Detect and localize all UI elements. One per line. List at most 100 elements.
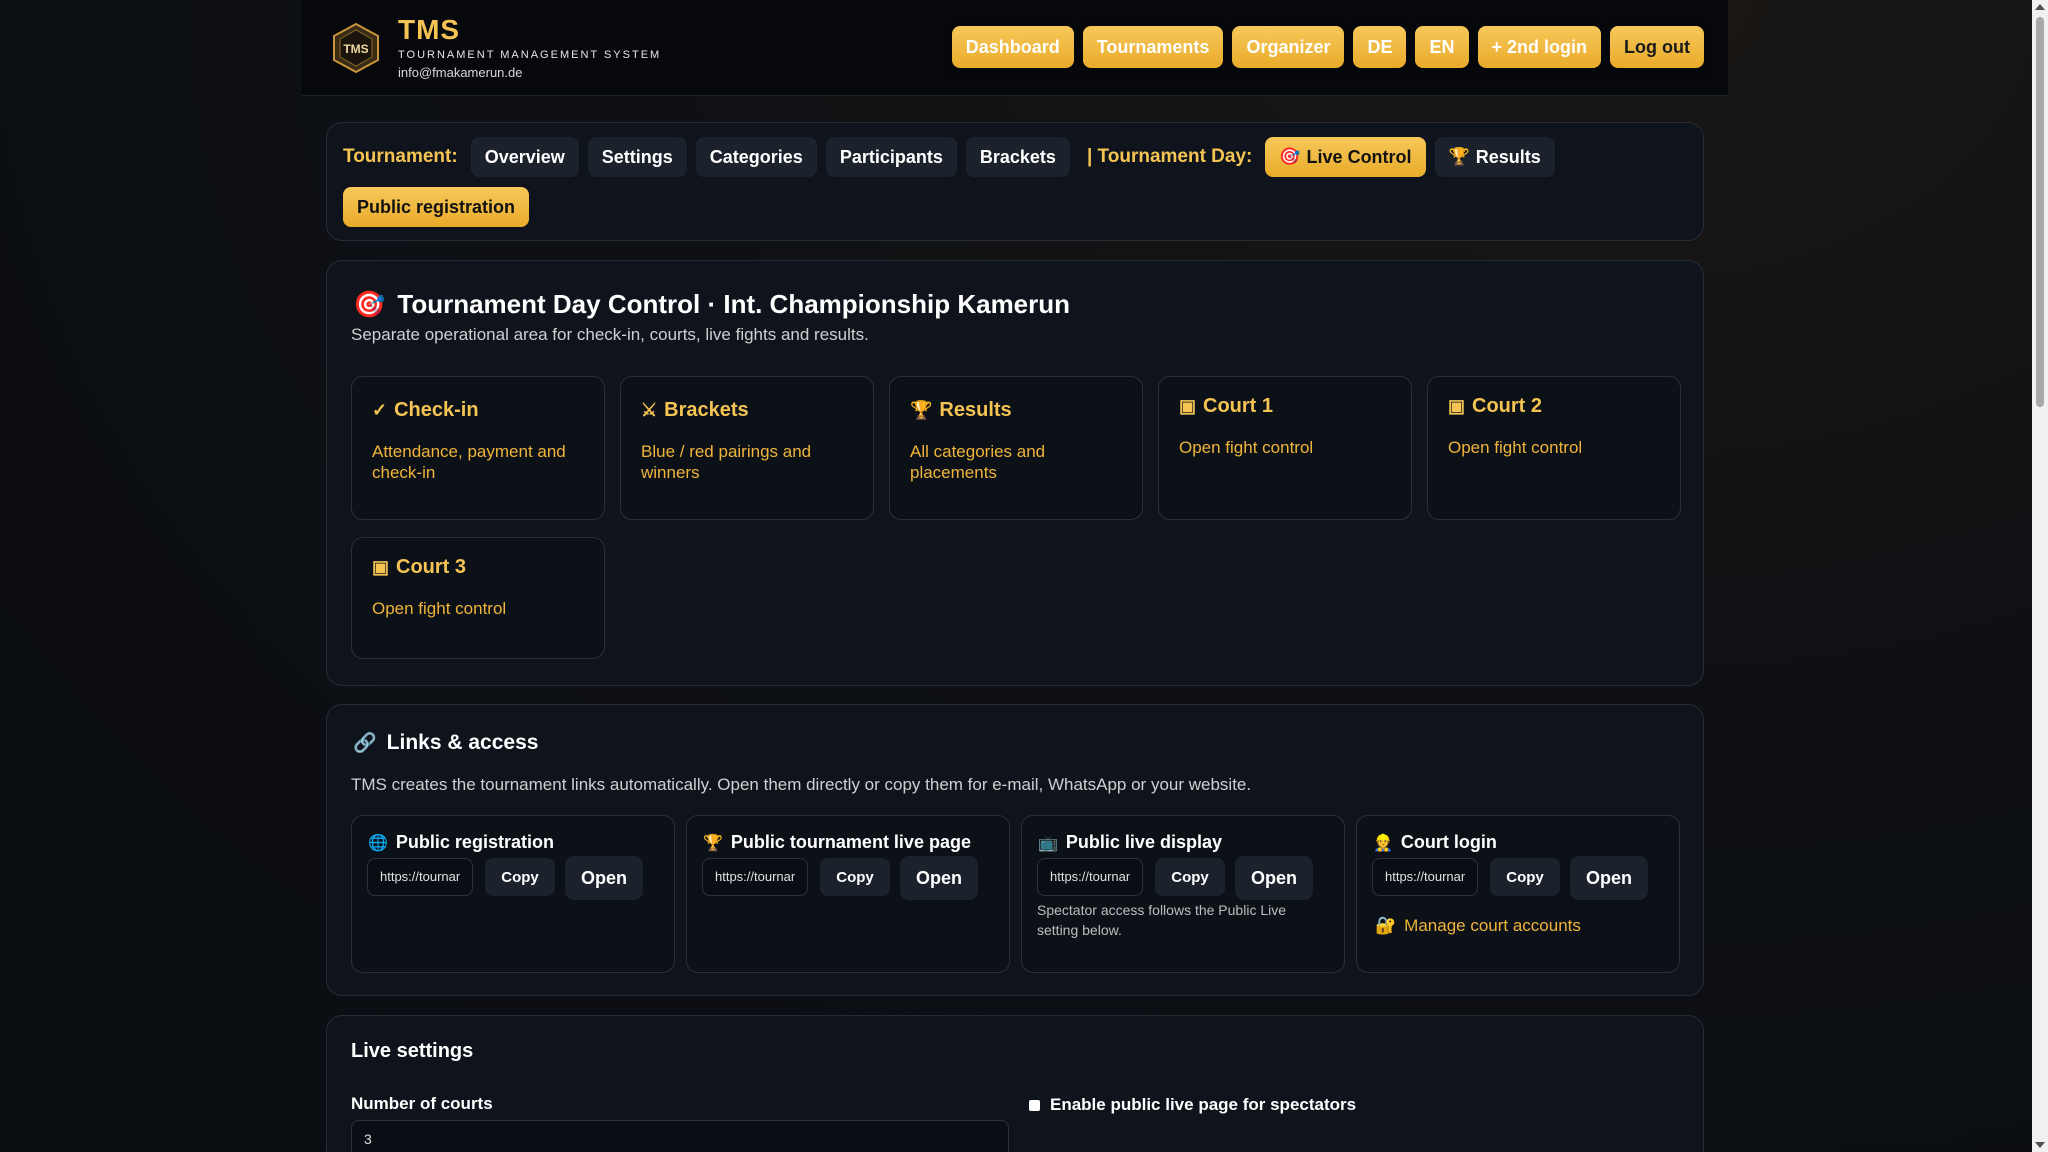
swords-icon: ⚔ [641,400,658,420]
tv-icon: 📺 [1038,834,1058,852]
card-title: ▣ Court 3 [372,556,466,579]
trophy-icon: 🏆 [703,834,723,852]
url-field[interactable] [367,858,473,896]
check-icon: ✓ [372,400,388,420]
url-field[interactable] [1037,858,1143,896]
card-results[interactable]: 🏆 Results All categories and placements [889,376,1143,520]
tab-participants[interactable]: Participants [825,137,957,177]
card-desc: Open fight control [372,599,507,618]
public-live-label: Enable public live page for spectators [1050,1095,1357,1114]
court-icon: ▣ [1179,396,1197,416]
manage-court-accounts-link[interactable]: 🔐 Manage court accounts [1375,916,1581,936]
url-field[interactable] [1372,858,1478,896]
card-title-text: Brackets [664,399,749,421]
second-login-button[interactable]: + 2nd login [1477,26,1602,68]
card-court-2[interactable]: ▣ Court 2 Open fight control [1427,376,1681,520]
target-icon: 🎯 [353,289,386,319]
card-title-text: Court 3 [396,556,467,578]
nav-organizer-button[interactable]: Organizer [1232,26,1345,68]
open-button[interactable]: Open [1235,856,1313,900]
logout-button[interactable]: Log out [1610,26,1704,68]
card-title-text: Check-in [394,399,479,421]
link-card-title: 🏆 Public tournament live page [703,832,971,853]
link-card-public-registration: 🌐 Public registration Copy Open [351,815,675,973]
card-court-3[interactable]: ▣ Court 3 Open fight control [351,537,605,659]
link-card-title: 🌐 Public registration [368,832,554,853]
card-title: ▣ Court 2 [1448,395,1542,418]
copy-button[interactable]: Copy [1490,858,1560,896]
tab-live-control[interactable]: 🎯 Live Control [1265,137,1426,177]
target-icon: 🎯 [1279,147,1301,166]
card-title: 🏆 Results [910,399,1012,422]
copy-button[interactable]: Copy [1155,858,1225,896]
public-live-toggle[interactable]: Enable public live page for spectators [1029,1095,1356,1115]
nav-dashboard-button[interactable]: Dashboard [951,26,1074,68]
brand-title: TMS [398,14,461,45]
page-title: 🎯 Tournament Day Control · Int. Champion… [353,289,1070,320]
brand-subtitle: TOURNAMENT MANAGEMENT SYSTEM [398,49,662,61]
live-settings-title: Live settings [351,1040,474,1062]
scroll-down-arrow-icon[interactable] [2035,1142,2045,1148]
card-desc: Attendance, payment and check-in [372,442,566,482]
links-title-text: Links & access [386,731,539,754]
link-card-title-text: Public live display [1065,832,1222,852]
manage-court-accounts-label: Manage court accounts [1404,916,1581,935]
card-brackets[interactable]: ⚔ Brackets Blue / red pairings and winne… [620,376,874,520]
tab-brackets[interactable]: Brackets [965,137,1070,177]
lang-de-button[interactable]: DE [1353,26,1407,68]
links-access-panel: 🔗 Links & access TMS creates the tournam… [326,704,1704,996]
trophy-icon: 🏆 [1448,147,1470,166]
tms-logo[interactable]: TMS [330,22,382,74]
tournament-tabs-panel: Tournament: Overview Settings Categories… [326,122,1704,241]
public-live-checkbox[interactable] [1029,1099,1040,1111]
card-desc: All categories and placements [910,442,1046,482]
url-field[interactable] [702,858,808,896]
scroll-up-arrow-icon[interactable] [2035,4,2045,10]
copy-button[interactable]: Copy [820,858,890,896]
link-card-public-live-display: 📺 Public live display Copy Open Spectato… [1021,815,1345,973]
scroll-thumb[interactable] [2036,17,2044,407]
number-of-courts-input[interactable]: 3 [351,1120,1009,1152]
tournament-day-control-panel: 🎯 Tournament Day Control · Int. Champion… [326,260,1704,686]
tab-live-control-label: Live Control [1306,146,1412,167]
card-check-in[interactable]: ✓ Check-in Attendance, payment and check… [351,376,605,520]
link-card-court-login: 👷 Court login Copy Open 🔐 Manage court a… [1356,815,1680,973]
link-card-title-text: Public registration [395,832,554,852]
nav-tournaments-button[interactable]: Tournaments [1082,26,1224,68]
court-icon: ▣ [372,557,390,577]
organizer-email: info@fmakamerun.de [398,65,523,80]
links-description: TMS creates the tournament links automat… [351,775,1252,794]
card-title-text: Court 1 [1203,395,1274,417]
tab-settings[interactable]: Settings [587,137,687,177]
page: TMS TMS TOURNAMENT MANAGEMENT SYSTEM inf… [0,0,2032,1152]
card-desc: Open fight control [1448,438,1583,457]
tab-results[interactable]: 🏆 Results [1434,137,1555,177]
tab-results-label: Results [1475,146,1541,167]
lang-en-button[interactable]: EN [1415,26,1469,68]
tournament-day-label: | Tournament Day: [1086,146,1253,167]
svg-text:TMS: TMS [343,42,368,56]
globe-icon: 🌐 [368,834,388,852]
main-nav: Dashboard Tournaments Organizer DE EN + … [951,26,1704,68]
tab-overview[interactable]: Overview [470,137,579,177]
spectator-note: Spectator access follows the Public Live… [1037,902,1287,938]
card-title-text: Court 2 [1472,395,1543,417]
open-button[interactable]: Open [900,856,978,900]
open-button[interactable]: Open [565,856,643,900]
tab-categories[interactable]: Categories [695,137,817,177]
card-title-text: Results [939,399,1012,421]
copy-button[interactable]: Copy [485,858,555,896]
court-icon: ▣ [1448,396,1466,416]
card-desc: Open fight control [1179,438,1314,457]
trophy-icon: 🏆 [910,400,933,420]
links-title: 🔗 Links & access [353,731,538,755]
card-desc: Blue / red pairings and winners [641,442,812,482]
tab-public-registration[interactable]: Public registration [343,187,530,227]
open-button[interactable]: Open [1570,856,1648,900]
page-subtitle: Separate operational area for check-in, … [351,325,869,344]
link-card-public-live-page: 🏆 Public tournament live page Copy Open [686,815,1010,973]
scrollbar[interactable] [2032,0,2048,1152]
card-court-1[interactable]: ▣ Court 1 Open fight control [1158,376,1412,520]
number-of-courts-label: Number of courts [351,1094,493,1113]
page-title-text: Tournament Day Control · Int. Championsh… [397,289,1071,319]
